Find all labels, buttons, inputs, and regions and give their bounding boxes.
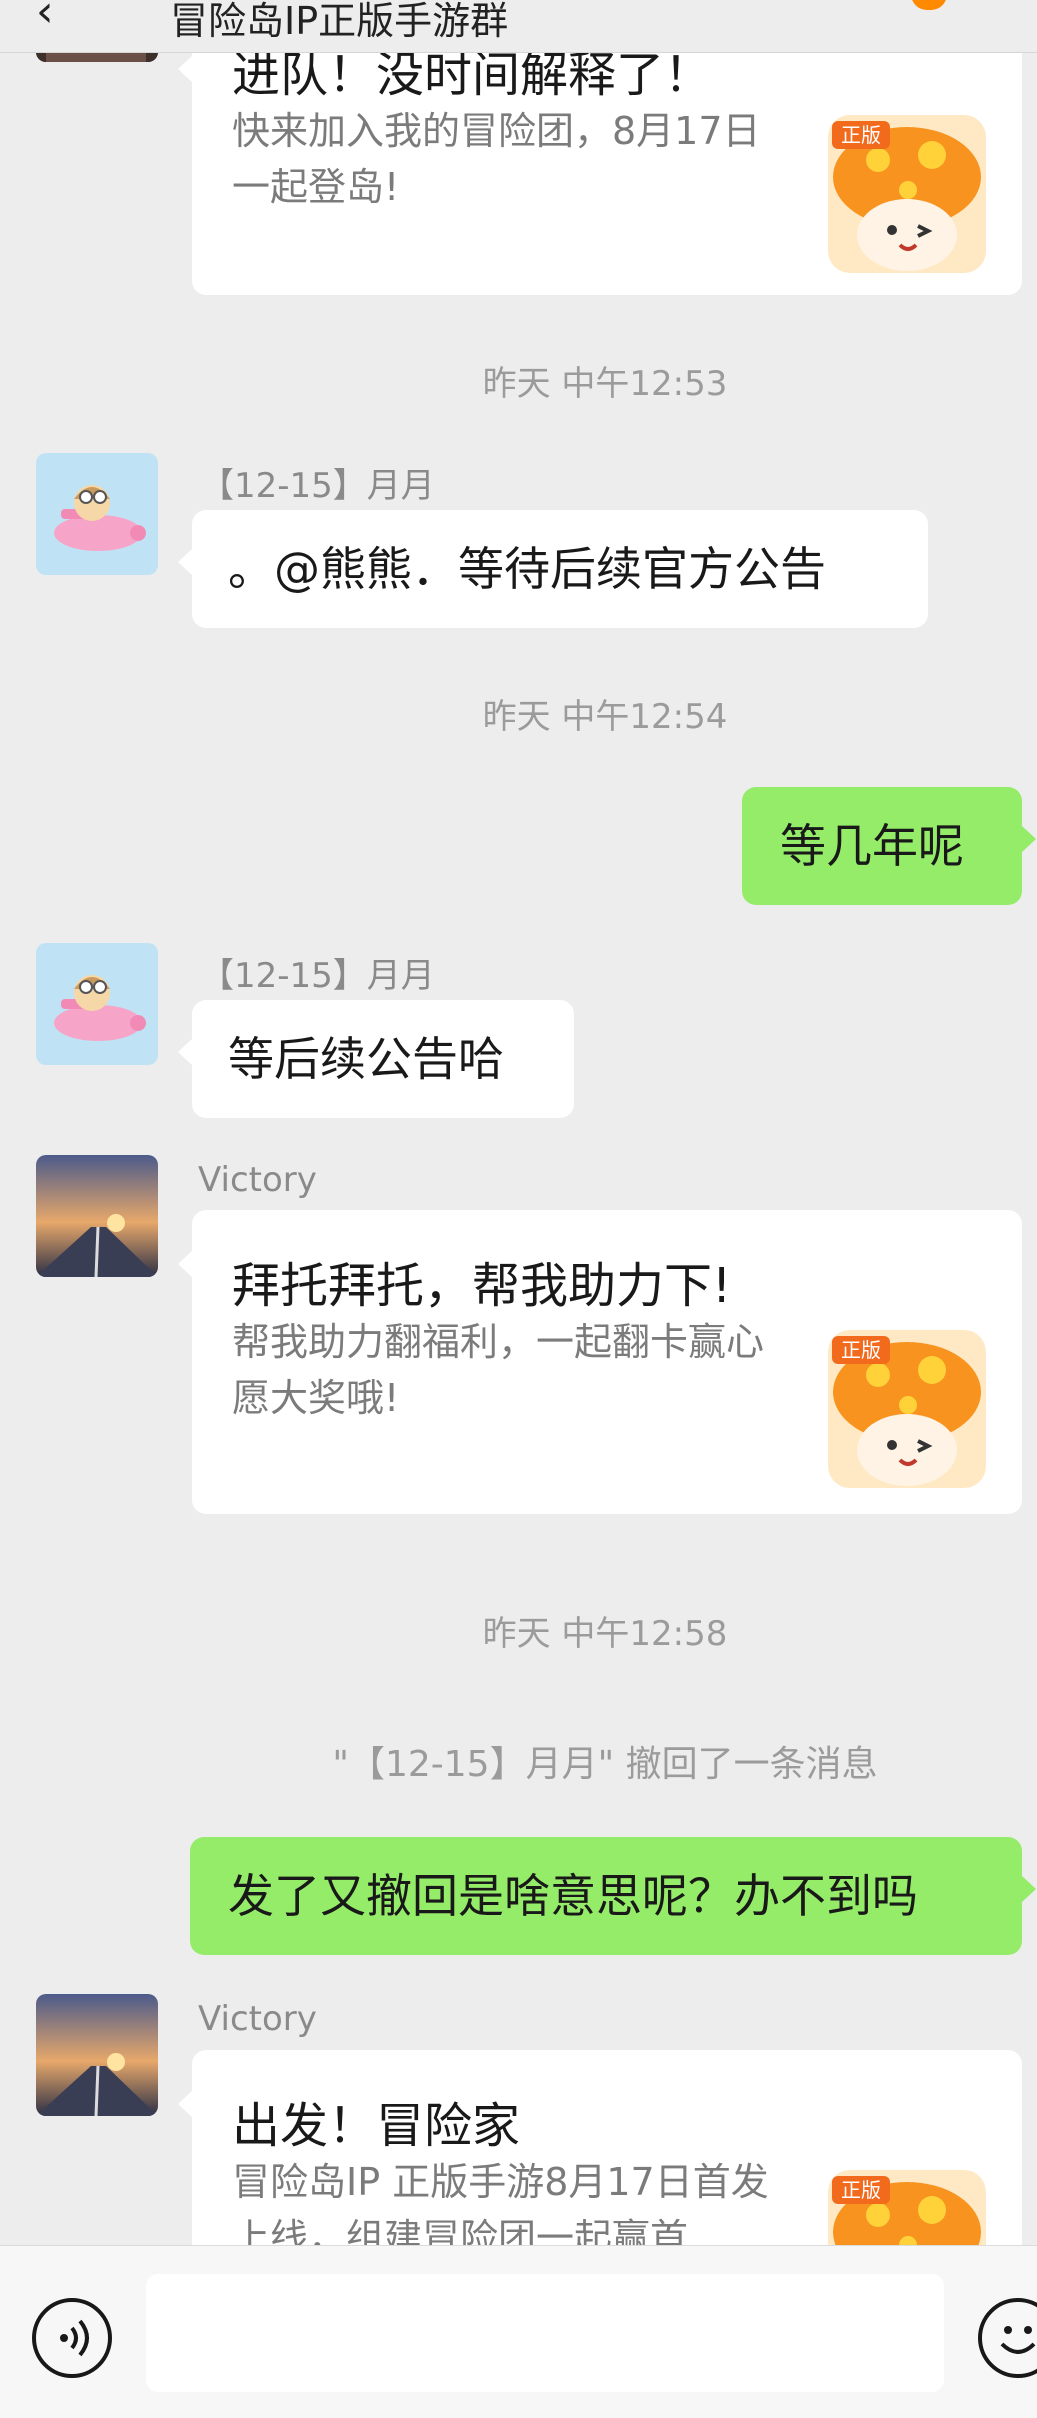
avatar[interactable]: [36, 1994, 158, 2116]
mushroom-icon: 正版: [828, 2170, 986, 2245]
card-description: 冒险岛IP 正版手游8月17日首发上线，组建冒险团一起赢首: [232, 2160, 769, 2245]
avatar[interactable]: [36, 943, 158, 1065]
pilot-avatar-icon: [36, 943, 158, 1065]
timestamp: 昨天 中午12:53: [482, 364, 728, 404]
message-input[interactable]: [146, 2274, 944, 2392]
sender-name: Victory: [198, 1999, 317, 2039]
mushroom-thumbnail: 正版: [828, 1330, 986, 1488]
pilot-avatar-icon: [36, 453, 158, 575]
chat-title: 冒险岛IP正版手游群: [170, 0, 509, 43]
shared-card[interactable]: 进队！没时间解释了！ 快来加入我的冒险团，8月17日一起登岛! 正版: [178, 15, 1022, 295]
emoji-icon-glyph: [1000, 2326, 1036, 2354]
message-bubble-outgoing[interactable]: 等几年呢: [742, 787, 1036, 905]
message-bubble-outgoing[interactable]: 发了又撤回是啥意思呢？办不到吗: [190, 1837, 1036, 1955]
shared-card[interactable]: 拜托拜托，帮我助力下! 帮我助力翻福利，一起翻卡赢心愿大奖哦! 正版: [178, 1210, 1022, 1514]
emoji-icon[interactable]: [978, 2298, 1037, 2378]
card-description: 快来加入我的冒险团，8月17日一起登岛!: [232, 109, 761, 209]
voice-icon-glyph: [60, 2319, 89, 2357]
top-bar: ‹ 冒险岛IP正版手游群: [0, 0, 1037, 53]
badge-text: 正版: [841, 123, 881, 147]
shared-card[interactable]: 出发！冒险家 冒险岛IP 正版手游8月17日首发上线，组建冒险团一起赢首 正版: [178, 2050, 1022, 2245]
sender-name: 【12-15】月月: [200, 956, 435, 996]
sender-name: 【12-15】月月: [200, 466, 435, 506]
badge-text: 正版: [841, 1338, 881, 1362]
sender-name: Victory: [198, 1160, 317, 1200]
voice-icon[interactable]: [32, 2298, 112, 2378]
avatar[interactable]: [36, 453, 158, 575]
back-arrow-icon[interactable]: ‹: [36, 0, 54, 37]
mushroom-icon: 正版: [828, 115, 986, 273]
message-bubble[interactable]: 等后续公告哈: [178, 1000, 574, 1118]
badge-text: 正版: [841, 2178, 881, 2202]
card-description: 帮我助力翻福利，一起翻卡赢心愿大奖哦!: [232, 1320, 765, 1420]
sunset-road-avatar-icon: [36, 1155, 158, 1277]
card-title: 出发！冒险家: [232, 2098, 521, 2154]
mushroom-thumbnail: 正版: [828, 115, 986, 273]
timestamp: 昨天 中午12:54: [482, 697, 728, 737]
recall-notice: "【12-15】月月" 撤回了一条消息: [332, 1744, 878, 1785]
mushroom-thumbnail: 正版: [828, 2170, 986, 2245]
input-bar: [0, 2245, 1037, 2418]
title-emoji-icon: [911, 0, 947, 10]
message-bubble[interactable]: 。@熊熊．等待后续官方公告: [178, 510, 928, 628]
avatar[interactable]: [36, 1155, 158, 1277]
timestamp: 昨天 中午12:58: [482, 1614, 728, 1654]
sunset-road-avatar-icon: [36, 1994, 158, 2116]
card-title: 拜托拜托，帮我助力下!: [232, 1258, 732, 1314]
mushroom-icon: 正版: [828, 1330, 986, 1488]
chat-area[interactable]: 进队！没时间解释了！ 快来加入我的冒险团，8月17日一起登岛! 正版 昨天 中午…: [0, 0, 1037, 2245]
